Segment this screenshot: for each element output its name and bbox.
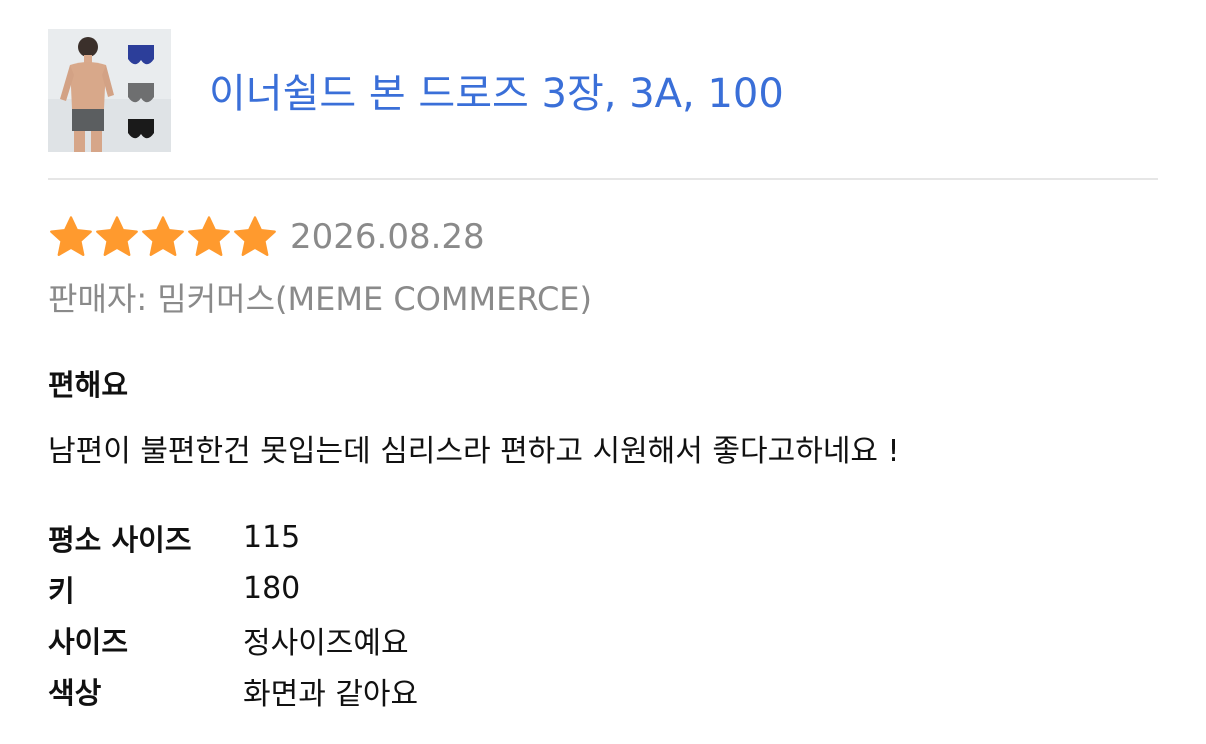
review-date: 2026.08.28 [290,217,485,257]
star-icon [50,216,92,256]
product-title-link[interactable]: 이너쉴드 본 드로즈 3장, 3A, 100 [209,61,784,119]
product-photo-icon [48,28,171,152]
attribute-row: 색상 화면과 같아요 [48,665,418,716]
attribute-key: 키 [48,573,75,608]
star-icon [234,216,276,256]
review-attributes: 평소 사이즈 115 키 180 사이즈 정사이즈예요 색상 화면과 같아요 [48,512,418,716]
attribute-key: 색상 [48,675,102,710]
star-icon [142,216,184,256]
attribute-value: 115 [243,520,301,555]
review-body: 남편이 불편한건 못입는데 심리스라 편하고 시원해서 좋다고하네요 ! [48,434,900,469]
product-thumbnail[interactable] [48,28,171,152]
attribute-key: 사이즈 [48,624,129,659]
attribute-row: 사이즈 정사이즈예요 [48,614,418,665]
attribute-value: 화면과 같아요 [243,676,419,712]
rating-row: 2026.08.28 [48,210,485,264]
seller-label: 판매자: 밈커머스(MEME COMMERCE) [48,280,593,318]
product-header: 이너쉴드 본 드로즈 3장, 3A, 100 [48,28,1158,152]
divider [48,178,1158,180]
attribute-row: 평소 사이즈 115 [48,512,418,563]
attribute-row: 키 180 [48,563,418,614]
star-icon [96,216,138,256]
attribute-value: 180 [243,571,301,606]
attribute-key: 평소 사이즈 [48,522,192,557]
review-headline: 편해요 [48,368,129,402]
star-icon [188,216,230,256]
attribute-value: 정사이즈예요 [243,625,409,661]
star-rating [48,214,278,260]
